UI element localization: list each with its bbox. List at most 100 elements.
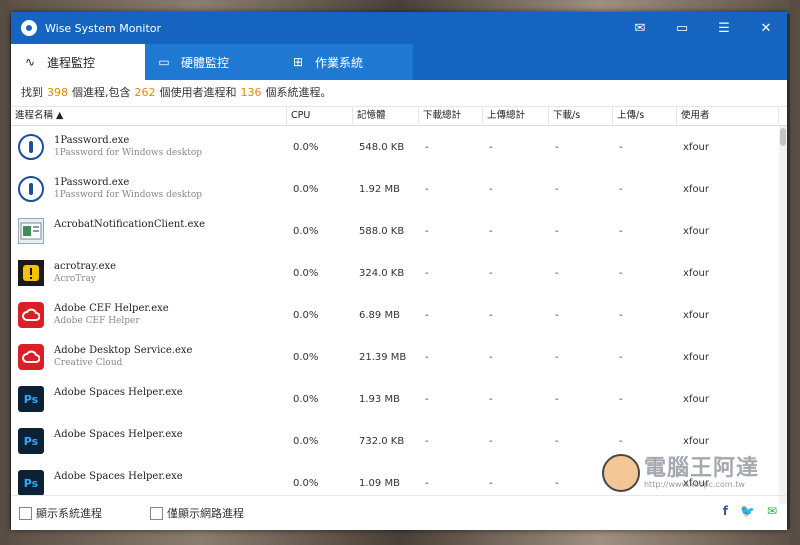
cell-dl-rate: -: [555, 393, 559, 405]
cell-user: xfour: [683, 351, 710, 363]
cell-mem: 1.93 MB: [359, 393, 400, 405]
cell-cpu: 0.0%: [293, 477, 319, 489]
cell-cpu: 0.0%: [293, 267, 319, 279]
watermark-mascot-icon: [601, 454, 640, 492]
cell-ul-total: -: [489, 309, 493, 321]
menu-icon[interactable]: ☰: [703, 12, 745, 44]
table-header: 進程名稱 ▲ CPU 記憶體 下載總計 上傳總計 下載/s 上傳/s 使用者: [11, 107, 787, 126]
column-header-0[interactable]: 進程名稱 ▲: [11, 107, 287, 125]
column-header-6[interactable]: 上傳/s: [613, 107, 677, 125]
show-network-label[interactable]: 僅顯示網路進程: [167, 505, 244, 521]
process-name-cell: Adobe Desktop Service.exe Creative Cloud: [11, 344, 287, 370]
column-header-2[interactable]: 記憶體: [353, 107, 419, 125]
cell-ul-rate: -: [619, 267, 623, 279]
twitter-icon[interactable]: 🐦: [740, 504, 755, 518]
cell-ul-rate: -: [619, 435, 623, 447]
cell-mem: 548.0 KB: [359, 141, 405, 153]
mail-icon[interactable]: ✉: [619, 12, 661, 44]
cell-dl-rate: -: [555, 435, 559, 447]
system-process-count: 136: [240, 86, 262, 99]
email-share-icon[interactable]: ✉: [767, 504, 777, 518]
process-name-cell: Ps Adobe Spaces Helper.exe: [11, 386, 287, 412]
show-network-checkbox[interactable]: [150, 506, 163, 520]
process-name-cell: 1Password.exe 1Password for Windows deskt…: [11, 134, 287, 160]
cell-dl-rate: -: [555, 309, 559, 321]
table-row[interactable]: 1Password.exe 1Password for Windows deskt…: [11, 126, 787, 168]
process-name-cell: acrotray.exe AcroTray: [11, 260, 287, 286]
process-list[interactable]: 1Password.exe 1Password for Windows deskt…: [11, 126, 787, 504]
cell-ul-rate: -: [619, 351, 623, 363]
process-name-cell: Ps Adobe Spaces Helper.exe: [11, 428, 287, 454]
facebook-icon[interactable]: f: [723, 504, 728, 518]
desktop-background-right: [790, 0, 800, 545]
process-name: acrotray.exe: [54, 261, 117, 272]
message-icon[interactable]: ▭: [661, 12, 703, 44]
column-header-4[interactable]: 上傳總計: [483, 107, 549, 125]
column-header-1[interactable]: CPU: [287, 107, 353, 125]
cell-ul-rate: -: [619, 309, 623, 321]
cell-ul-rate: -: [619, 225, 623, 237]
cell-dl-rate: -: [555, 141, 559, 153]
watermark: 電腦王阿達 http://www.kocpc.com.tw: [601, 454, 759, 492]
app-window: Wise System Monitor ✉ ▭ ☰ ✕ ∿ 進程監控 ▭ 硬體監控 ⊞ 作業系統…: [11, 12, 787, 530]
cell-ul-total: -: [489, 435, 493, 447]
app-logo-icon: [21, 20, 37, 36]
cell-ul-rate: -: [619, 393, 623, 405]
cell-dl-rate: -: [555, 351, 559, 363]
cell-dl-total: -: [425, 141, 429, 153]
1password-icon: [18, 176, 44, 202]
social-links: f 🐦 ✉: [723, 504, 777, 518]
cell-user: xfour: [683, 435, 710, 447]
close-icon[interactable]: ✕: [745, 12, 787, 44]
tab-1[interactable]: ▭ 硬體監控: [145, 44, 279, 80]
cell-dl-total: -: [425, 267, 429, 279]
creative-cloud-icon: [18, 302, 44, 328]
table-row[interactable]: Adobe Desktop Service.exe Creative Cloud 0…: [11, 336, 787, 378]
cell-cpu: 0.0%: [293, 141, 319, 153]
cell-cpu: 0.0%: [293, 309, 319, 321]
1password-icon: [18, 134, 44, 160]
cell-mem: 1.92 MB: [359, 183, 400, 195]
cell-ul-total: -: [489, 141, 493, 153]
cell-user: xfour: [683, 141, 710, 153]
process-monitor-icon: ∿: [24, 55, 36, 69]
title-bar[interactable]: Wise System Monitor ✉ ▭ ☰ ✕: [11, 12, 787, 44]
cell-ul-total: -: [489, 351, 493, 363]
cell-dl-total: -: [425, 309, 429, 321]
vertical-scrollbar[interactable]: [779, 126, 787, 504]
scrollbar-thumb[interactable]: [780, 128, 786, 146]
photoshop-icon: Ps: [18, 386, 44, 412]
process-name: 1Password.exe: [54, 135, 130, 146]
process-name: Adobe Spaces Helper.exe: [54, 429, 183, 440]
tab-0[interactable]: ∿ 進程監控: [11, 44, 145, 80]
cell-dl-total: -: [425, 351, 429, 363]
column-header-7[interactable]: 使用者: [677, 107, 779, 125]
table-row[interactable]: AcrobatNotificationClient.exe 0.0% 588.0 K…: [11, 210, 787, 252]
tab-label: 硬體監控: [181, 55, 230, 70]
tab-label: 作業系統: [315, 55, 364, 70]
cell-dl-rate: -: [555, 225, 559, 237]
process-name: AcrobatNotificationClient.exe: [54, 219, 205, 230]
table-row[interactable]: Ps Adobe Spaces Helper.exe 0.0% 1.93 MB - - - -…: [11, 378, 787, 420]
tab-2[interactable]: ⊞ 作業系統: [279, 44, 413, 80]
table-row[interactable]: acrotray.exe AcroTray 0.0% 324.0 KB - - - - xfou…: [11, 252, 787, 294]
cell-dl-total: -: [425, 225, 429, 237]
show-system-checkbox[interactable]: [19, 506, 32, 520]
acrobat-notification-icon: [18, 218, 44, 244]
table-row[interactable]: Adobe CEF Helper.exe Adobe CEF Helper 0.0%…: [11, 294, 787, 336]
table-row[interactable]: 1Password.exe 1Password for Windows deskt…: [11, 168, 787, 210]
process-name-cell: AcrobatNotificationClient.exe: [11, 218, 287, 244]
app-title: Wise System Monitor: [45, 21, 162, 35]
cell-cpu: 0.0%: [293, 351, 319, 363]
footer-bar: 顯示系統進程 僅顯示網路進程 f 🐦 ✉: [11, 495, 787, 530]
cell-cpu: 0.0%: [293, 435, 319, 447]
column-header-3[interactable]: 下載總計: [419, 107, 483, 125]
column-header-5[interactable]: 下載/s: [549, 107, 613, 125]
show-system-label[interactable]: 顯示系統進程: [36, 505, 102, 521]
tab-bar: ∿ 進程監控 ▭ 硬體監控 ⊞ 作業系統: [11, 44, 787, 80]
tab-label: 進程監控: [47, 55, 96, 70]
photoshop-icon: Ps: [18, 470, 44, 496]
cell-ul-total: -: [489, 267, 493, 279]
windows-icon: ⊞: [292, 55, 304, 69]
total-process-count: 398: [47, 86, 68, 99]
